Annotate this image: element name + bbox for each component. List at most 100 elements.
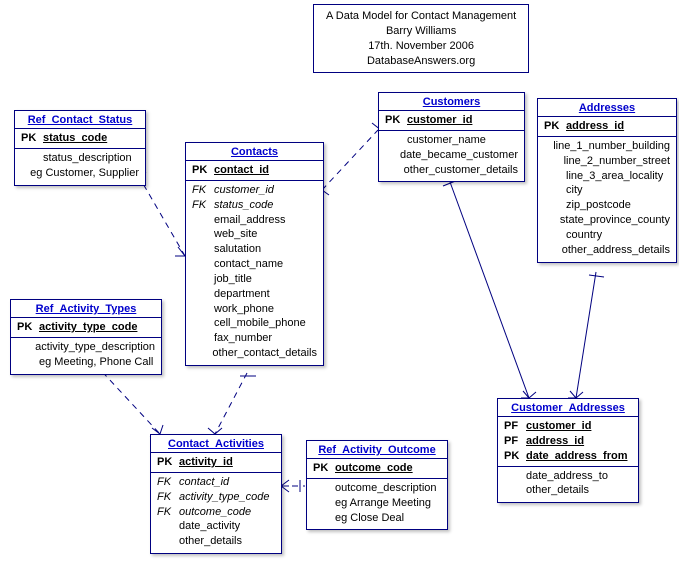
entity-attribute-row: other_customer_details xyxy=(379,163,524,178)
attribute-name: date_became_customer xyxy=(400,148,518,163)
key-label: PK xyxy=(21,131,43,146)
entity-title: Contact_Activities xyxy=(151,435,281,453)
entity-attribute-row: eg Meeting, Phone Call xyxy=(11,355,161,370)
attribute-name: eg Close Deal xyxy=(335,511,404,526)
entity-ref-contact-status: Ref_Contact_Status PKstatus_codestatus_d… xyxy=(14,110,146,186)
entity-title: Ref_Activity_Types xyxy=(11,300,161,318)
entity-contact-activities: Contact_Activities PKactivity_id FKcontac… xyxy=(150,434,282,554)
entity-addresses: Addresses PKaddress_idline_1_number_buil… xyxy=(537,98,677,263)
attribute-name: email_address xyxy=(214,213,286,228)
attribute-name: activity_type_description xyxy=(35,340,155,355)
entity-attribute-row: PKaddress_id xyxy=(538,119,676,134)
entity-attribute-row: other_details xyxy=(498,483,638,498)
entity-title: Addresses xyxy=(538,99,676,117)
entity-ref-activity-types: Ref_Activity_Types PKactivity_type_codea… xyxy=(10,299,162,375)
attribute-name: address_id xyxy=(566,119,624,134)
attribute-name: other_address_details xyxy=(562,243,670,258)
title-line-1: A Data Model for Contact Management xyxy=(326,9,516,24)
attribute-name: customer_id xyxy=(214,183,274,198)
key-label: PK xyxy=(17,320,39,335)
attribute-name: customer_id xyxy=(526,419,591,434)
entity-attribute-row: date_address_to xyxy=(498,469,638,484)
entity-attribute-row: fax_number xyxy=(186,331,323,346)
key-label: PK xyxy=(157,455,179,470)
entity-attribute-row: cell_mobile_phone xyxy=(186,316,323,331)
entity-attribute-row: work_phone xyxy=(186,302,323,317)
key-label: PK xyxy=(192,163,214,178)
entity-attribute-row: FKoutcome_code xyxy=(151,505,281,520)
attribute-name: date_address_to xyxy=(526,469,608,484)
entity-attribute-row: PKactivity_id xyxy=(151,455,281,470)
attribute-name: state_province_county xyxy=(560,213,670,228)
entity-attribute-row: activity_type_description xyxy=(11,340,161,355)
attribute-name: status_code xyxy=(214,198,273,213)
entity-attribute-row: salutation xyxy=(186,242,323,257)
entity-attribute-row: PKcustomer_id xyxy=(379,113,524,128)
entity-attribute-row: PKdate_address_from xyxy=(498,449,638,464)
entity-attribute-row: zip_postcode xyxy=(538,198,676,213)
attribute-name: other_details xyxy=(526,483,589,498)
attribute-name: web_site xyxy=(214,227,257,242)
title-line-3: 17th. November 2006 xyxy=(326,39,516,54)
key-label: FK xyxy=(157,475,179,490)
entity-attribute-row: FKcontact_id xyxy=(151,475,281,490)
entity-attribute-row: eg Customer, Supplier xyxy=(15,166,145,181)
entity-attribute-row: line_2_number_street xyxy=(538,154,676,169)
entity-attribute-row: outcome_description xyxy=(307,481,447,496)
entity-attribute-row: city xyxy=(538,183,676,198)
attribute-name: outcome_description xyxy=(335,481,437,496)
attribute-name: contact_name xyxy=(214,257,283,272)
entity-attribute-row: web_site xyxy=(186,227,323,242)
entity-title: Customers xyxy=(379,93,524,111)
key-label: FK xyxy=(192,198,214,213)
key-label: PF xyxy=(504,434,526,449)
entity-title: Contacts xyxy=(186,143,323,161)
entity-contacts: Contacts PKcontact_idFKcustomer_idFKstat… xyxy=(185,142,324,366)
entity-attribute-row: PFcustomer_id xyxy=(498,419,638,434)
attribute-name: country xyxy=(566,228,602,243)
entity-attribute-row: other_address_details xyxy=(538,243,676,258)
entity-attribute-row: FKcustomer_id xyxy=(186,183,323,198)
entity-attribute-row: PKactivity_type_code xyxy=(11,320,161,335)
attribute-name: other_details xyxy=(179,534,242,549)
attribute-name: salutation xyxy=(214,242,261,257)
attribute-name: activity_type_code xyxy=(179,490,270,505)
key-label: PF xyxy=(504,419,526,434)
entity-attribute-row: eg Close Deal xyxy=(307,511,447,526)
attribute-name: work_phone xyxy=(214,302,274,317)
key-label: PK xyxy=(313,461,335,476)
entity-attribute-row: other_details xyxy=(151,534,281,549)
entity-attribute-row: PKstatus_code xyxy=(15,131,145,146)
entity-attribute-row: line_3_area_locality xyxy=(538,169,676,184)
attribute-name: eg Meeting, Phone Call xyxy=(39,355,153,370)
diagram-title-box: A Data Model for Contact Management Barr… xyxy=(313,4,529,73)
entity-title: Ref_Activity_Outcome xyxy=(307,441,447,459)
key-label: FK xyxy=(157,505,179,520)
attribute-name: customer_id xyxy=(407,113,472,128)
entity-attribute-row: job_title xyxy=(186,272,323,287)
entity-customers: Customers PKcustomer_id customer_namedate… xyxy=(378,92,525,182)
attribute-name: other_contact_details xyxy=(212,346,317,361)
attribute-name: activity_type_code xyxy=(39,320,137,335)
attribute-name: date_activity xyxy=(179,519,240,534)
attribute-name: zip_postcode xyxy=(566,198,631,213)
attribute-name: customer_name xyxy=(407,133,486,148)
key-label: PK xyxy=(385,113,407,128)
entity-attribute-row: FKstatus_code xyxy=(186,198,323,213)
attribute-name: cell_mobile_phone xyxy=(214,316,306,331)
entity-attribute-row: state_province_county xyxy=(538,213,676,228)
entity-attribute-row: department xyxy=(186,287,323,302)
key-label: PK xyxy=(544,119,566,134)
key-label: PK xyxy=(504,449,526,464)
attribute-name: date_address_from xyxy=(526,449,628,464)
entity-title: Ref_Contact_Status xyxy=(15,111,145,129)
entity-attribute-row: eg Arrange Meeting xyxy=(307,496,447,511)
entity-attribute-row: PKoutcome_code xyxy=(307,461,447,476)
attribute-name: eg Arrange Meeting xyxy=(335,496,431,511)
attribute-name: eg Customer, Supplier xyxy=(30,166,139,181)
key-label: FK xyxy=(157,490,179,505)
attribute-name: other_customer_details xyxy=(404,163,518,178)
entity-attribute-row: date_became_customer xyxy=(379,148,524,163)
entity-title: Customer_Addresses xyxy=(498,399,638,417)
attribute-name: fax_number xyxy=(214,331,272,346)
